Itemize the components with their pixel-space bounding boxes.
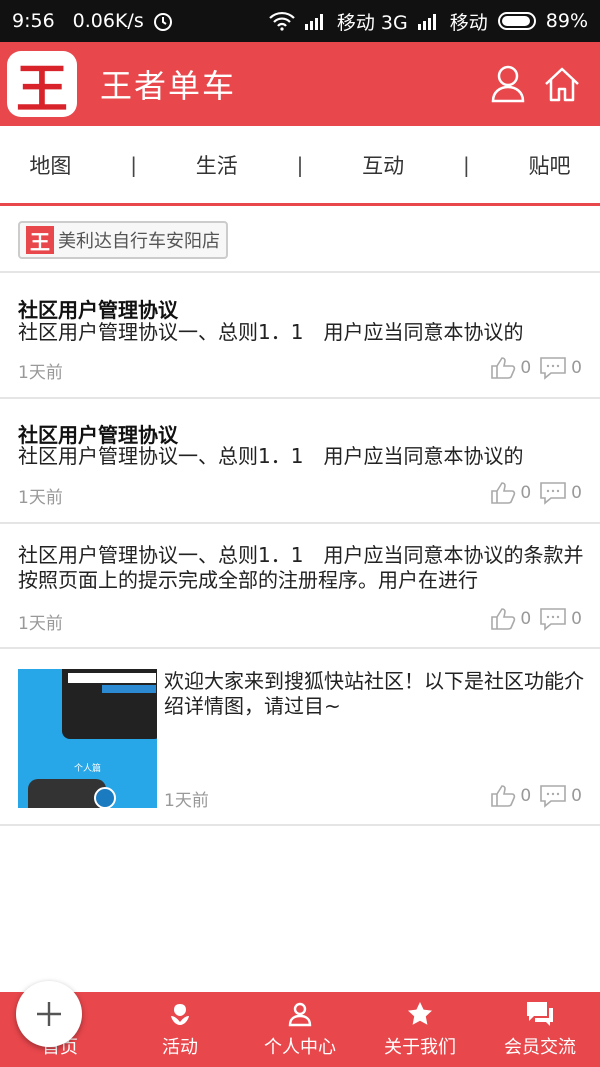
nav-separator: |: [296, 152, 304, 177]
battery-icon: [497, 12, 536, 30]
flower-icon: [171, 1003, 189, 1025]
star-icon: [408, 1001, 432, 1025]
like-button[interactable]: 0: [490, 784, 531, 808]
app-logo[interactable]: 王: [0, 42, 84, 126]
category-nav: 地图 | 生活 | 互动 | 贴吧: [0, 126, 600, 206]
comment-button[interactable]: 0: [539, 481, 582, 505]
tab-label: 关于我们: [384, 1036, 456, 1058]
post-excerpt: 欢迎大家来到搜狐快站社区！以下是社区功能介绍详情图，请过目~: [164, 669, 584, 718]
chat-icon: [527, 1001, 553, 1026]
post-item[interactable]: 社区用户管理协议 社区用户管理协议一、总则1．1 用户应当同意本协议的 1天前 …: [0, 398, 600, 522]
divider: [0, 824, 600, 826]
tab-profile[interactable]: 个人中心: [240, 992, 360, 1067]
app-title: 王者单车: [100, 67, 237, 105]
alarm-icon: [153, 13, 172, 31]
post-excerpt: 社区用户管理协议一、总则1．1 用户应当同意本协议的条款并按照页面上的提示完成全…: [18, 543, 584, 592]
like-button[interactable]: 0: [490, 481, 531, 505]
comment-count: 0: [571, 786, 582, 806]
like-count: 0: [520, 786, 532, 806]
thumbs-up-icon: [491, 785, 516, 807]
post-time: 1天前: [18, 363, 63, 383]
comment-count: 0: [571, 358, 582, 378]
comment-icon: [540, 357, 566, 380]
signal-icon: [304, 14, 323, 30]
home-icon[interactable]: [542, 62, 582, 106]
comment-button[interactable]: 0: [539, 784, 582, 808]
nav-separator: |: [462, 152, 470, 177]
add-post-button[interactable]: [16, 981, 82, 1047]
post-item[interactable]: 欢迎大家来到搜狐快站社区！以下是社区功能介绍详情图，请过目~ 1天前 0 0: [0, 648, 600, 824]
signal-icon-secondary: [417, 14, 436, 30]
post-item[interactable]: 社区用户管理协议一、总则1．1 用户应当同意本协议的条款并按照页面上的提示完成全…: [0, 523, 600, 647]
logo-mark: 王: [7, 51, 77, 120]
nav-item-forum[interactable]: 贴吧: [529, 150, 571, 180]
nav-separator: |: [130, 152, 137, 177]
comment-button[interactable]: 0: [539, 607, 582, 631]
tab-label: 个人中心: [264, 1036, 336, 1058]
like-count: 0: [520, 483, 532, 503]
carrier-primary: 移动 3G: [336, 11, 408, 34]
tab-members[interactable]: 会员交流: [480, 992, 600, 1067]
tab-activity[interactable]: 活动: [120, 992, 240, 1067]
tab-about[interactable]: 关于我们: [360, 992, 480, 1067]
nav-item-map[interactable]: 地图: [29, 150, 71, 180]
plus-icon: [37, 1002, 61, 1026]
status-time: 9:56: [12, 10, 55, 32]
post-excerpt: 社区用户管理协议一、总则1．1 用户应当同意本协议的: [18, 320, 524, 344]
tab-label: 活动: [162, 1036, 198, 1058]
shop-tag[interactable]: 王 美利达自行车安阳店: [18, 221, 228, 259]
post-time: 1天前: [18, 614, 63, 634]
post-time: 1天前: [18, 488, 63, 508]
comment-icon: [540, 482, 566, 505]
post-time: 1天前: [164, 791, 209, 811]
status-bar: 9:56 0.06K/s 移动 3G 移动 89%: [0, 0, 600, 42]
app-header: 王 王者单车: [0, 42, 600, 126]
user-icon[interactable]: [488, 62, 528, 106]
thumbs-up-icon: [491, 608, 516, 630]
comment-icon: [540, 785, 566, 808]
carrier-secondary: 移动: [449, 11, 488, 34]
comment-button[interactable]: 0: [539, 356, 582, 380]
post-title: 社区用户管理协议: [18, 298, 178, 322]
like-count: 0: [520, 609, 532, 629]
person-icon: [288, 1002, 312, 1026]
like-count: 0: [520, 358, 532, 378]
post-item[interactable]: 社区用户管理协议 社区用户管理协议一、总则1．1 用户应当同意本协议的 1天前 …: [0, 272, 600, 396]
shop-name: 美利达自行车安阳店: [58, 231, 220, 252]
like-button[interactable]: 0: [490, 356, 531, 380]
comment-count: 0: [571, 609, 582, 629]
post-excerpt: 社区用户管理协议一、总则1．1 用户应当同意本协议的: [18, 444, 524, 468]
battery-level: 89%: [545, 10, 588, 32]
nav-item-life[interactable]: 生活: [196, 150, 238, 180]
network-speed: 0.06K/s: [72, 10, 144, 32]
comment-count: 0: [571, 483, 582, 503]
nav-item-interact[interactable]: 互动: [362, 150, 404, 180]
like-button[interactable]: 0: [490, 607, 531, 631]
thumbs-up-icon: [491, 482, 516, 504]
bottom-tab-bar: 首页 活动 个人中心 关于我们 会员交流: [0, 992, 600, 1067]
shop-logo-icon: 王: [26, 226, 54, 254]
tab-label: 会员交流: [504, 1036, 576, 1058]
thumbs-up-icon: [491, 357, 516, 379]
wifi-icon: [269, 11, 295, 31]
comment-icon: [540, 608, 566, 631]
